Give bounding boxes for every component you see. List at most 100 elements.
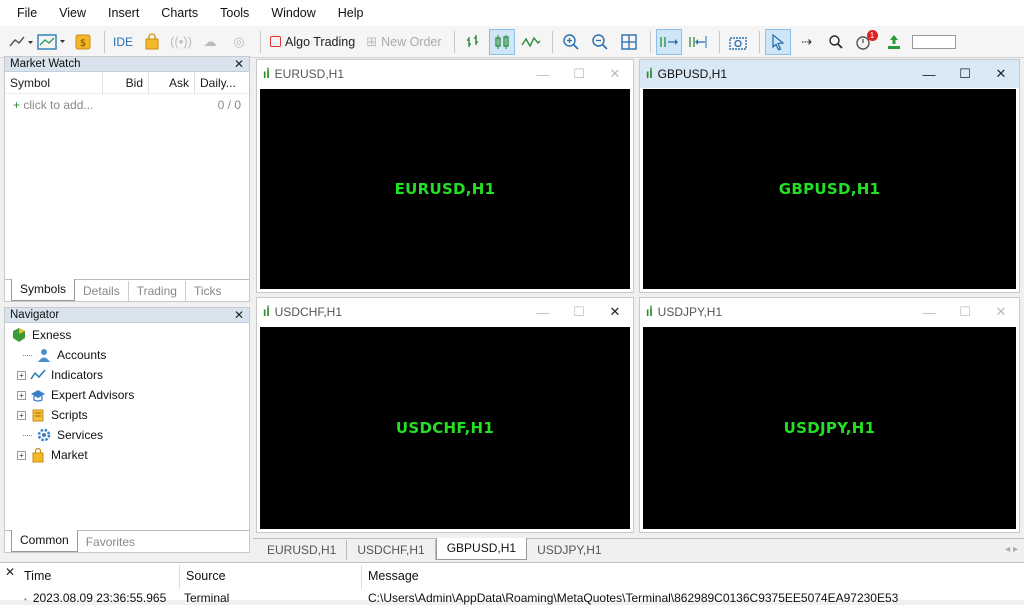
column-symbol[interactable]: Symbol — [5, 71, 103, 94]
chart-tab-eurusd[interactable]: EURUSD,H1 — [257, 540, 348, 560]
nav-item-scripts[interactable]: + Scripts — [11, 405, 249, 425]
bar-chart-icon[interactable] — [460, 29, 486, 55]
nav-item-market[interactable]: + Market — [11, 445, 249, 465]
accounts-icon — [36, 347, 52, 363]
chart-window-eurusd[interactable]: ıİ EURUSD,H1 — ☐ ✕ EURUSD,H1 — [256, 59, 634, 293]
toolbar-separator — [104, 30, 105, 53]
close-icon[interactable]: ✕ — [597, 66, 633, 82]
candlestick-icon[interactable] — [488, 28, 515, 55]
chart-window-usdjpy[interactable]: ıİ USDJPY,H1 — ☐ ✕ USDJPY,H1 — [639, 297, 1020, 533]
tab-ticks[interactable]: Ticks — [186, 281, 230, 301]
close-icon[interactable]: ✕ — [234, 57, 244, 71]
line-chart-icon[interactable] — [518, 29, 544, 55]
add-symbol-row[interactable]: + click to add... 0 / 0 — [5, 94, 249, 116]
close-icon[interactable]: ✕ — [234, 308, 244, 322]
nav-root-exness[interactable]: Exness — [11, 325, 249, 345]
cloud-icon[interactable]: ☁ — [197, 29, 223, 55]
market-watch-header: Market Watch ✕ — [5, 57, 249, 72]
toolbar-separator — [260, 30, 261, 53]
expand-icon[interactable]: + — [17, 390, 26, 400]
menu-window[interactable]: Window — [260, 0, 326, 26]
column-ask[interactable]: Ask — [149, 71, 195, 94]
expand-icon[interactable]: + — [17, 410, 26, 420]
nav-item-accounts[interactable]: Accounts — [11, 345, 249, 365]
expand-icon[interactable]: + — [17, 450, 26, 460]
arrow-right-icon[interactable]: ⇢ — [794, 29, 820, 55]
journal-time: • 2023.08.09 23:36:55.965 — [24, 591, 167, 605]
chart-titlebar: ıİ GBPUSD,H1 — ☐ ✕ — [640, 60, 1019, 88]
profiles-icon[interactable] — [37, 29, 67, 55]
cursor-icon[interactable] — [764, 28, 791, 55]
nav-item-expert-advisors[interactable]: + Expert Advisors — [11, 385, 249, 405]
new-order-button[interactable]: ⊞ New Order — [362, 29, 445, 55]
tab-symbols[interactable]: Symbols — [11, 279, 76, 301]
tab-favorites[interactable]: Favorites — [78, 532, 143, 552]
chart-tab-usdchf[interactable]: USDCHF,H1 — [347, 540, 436, 560]
column-message[interactable]: Message — [368, 569, 419, 583]
chart-canvas[interactable]: USDCHF,H1 — [260, 327, 630, 529]
zoom-out-icon[interactable] — [587, 29, 613, 55]
search-icon[interactable] — [823, 29, 849, 55]
toolbox-panel: ✕ Time Source Message • 2023.08.09 23:36:… — [0, 562, 1024, 605]
nav-item-services[interactable]: Services — [11, 425, 249, 445]
column-source[interactable]: Source — [186, 569, 226, 583]
menu-view[interactable]: View — [48, 0, 97, 26]
tile-windows-icon[interactable] — [616, 29, 642, 55]
toolbar-separator — [453, 30, 455, 53]
tab-trading[interactable]: Trading — [129, 281, 186, 301]
alert-count-badge: 1 — [866, 29, 878, 41]
plus-icon: + — [13, 98, 21, 112]
auto-scroll-icon[interactable] — [655, 28, 682, 55]
chart-window-gbpusd[interactable]: ıİ GBPUSD,H1 — ☐ ✕ GBPUSD,H1 — [639, 59, 1020, 293]
main-toolbar: $ IDE ((•)) ☁ ◎ Algo Trading ⊞ New Order — [0, 26, 1024, 58]
chart-canvas[interactable]: GBPUSD,H1 — [643, 89, 1016, 289]
menu-help[interactable]: Help — [327, 0, 375, 26]
maximize-icon[interactable]: ☐ — [947, 66, 983, 82]
maximize-icon[interactable]: ☐ — [947, 304, 983, 320]
menu-charts[interactable]: Charts — [150, 0, 209, 26]
signal-broadcast-icon[interactable]: ((•)) — [168, 29, 194, 55]
column-time[interactable]: Time — [24, 569, 51, 583]
navigator-title: Navigator — [10, 309, 60, 321]
close-icon[interactable]: ✕ — [983, 304, 1019, 320]
fingerprint-icon[interactable]: ◎ — [226, 29, 252, 55]
minimize-icon[interactable]: — — [525, 67, 561, 82]
minimize-icon[interactable]: — — [911, 67, 947, 82]
maximize-icon[interactable]: ☐ — [561, 304, 597, 320]
signal-strength-icon[interactable] — [881, 29, 907, 55]
shopping-bag-icon[interactable] — [139, 29, 165, 55]
minimize-icon[interactable]: — — [911, 305, 947, 320]
menu-insert[interactable]: Insert — [97, 0, 150, 26]
chart-shift-icon[interactable] — [685, 29, 711, 55]
algo-trading-button[interactable]: Algo Trading — [266, 29, 359, 55]
nav-item-indicators[interactable]: + Indicators — [11, 365, 249, 385]
column-bid[interactable]: Bid — [103, 71, 149, 94]
maximize-icon[interactable]: ☐ — [561, 66, 597, 82]
chart-watermark: GBPUSD,H1 — [778, 180, 881, 198]
close-icon[interactable]: ✕ — [5, 565, 15, 579]
minimize-icon[interactable]: — — [525, 305, 561, 320]
column-daily[interactable]: Daily... — [195, 72, 247, 94]
close-icon[interactable]: ✕ — [597, 304, 633, 320]
menu-file[interactable]: File — [6, 0, 48, 26]
new-chart-icon[interactable] — [8, 29, 34, 55]
market-icon[interactable]: $ — [70, 29, 96, 55]
chart-tab-usdjpy[interactable]: USDJPY,H1 — [527, 540, 611, 560]
chart-window-usdchf[interactable]: ıİ USDCHF,H1 — ☐ ✕ USDCHF,H1 — [256, 297, 634, 533]
tab-scroll-arrows[interactable]: ◂ ▸ — [999, 540, 1024, 560]
expand-icon[interactable]: + — [17, 370, 26, 380]
tab-details[interactable]: Details — [75, 281, 129, 301]
close-icon[interactable]: ✕ — [983, 66, 1019, 82]
chart-canvas[interactable]: EURUSD,H1 — [260, 89, 630, 289]
chart-tab-gbpusd[interactable]: GBPUSD,H1 — [435, 538, 528, 560]
screenshot-icon[interactable] — [725, 29, 751, 55]
chart-icon: ıİ — [263, 67, 270, 81]
ide-button[interactable]: IDE — [110, 29, 136, 55]
chart-canvas[interactable]: USDJPY,H1 — [643, 327, 1016, 529]
zoom-in-icon[interactable] — [558, 29, 584, 55]
menu-tools[interactable]: Tools — [209, 0, 260, 26]
connection-status-bar — [911, 34, 956, 49]
shopping-bag-icon — [30, 447, 46, 463]
tab-common[interactable]: Common — [11, 530, 78, 552]
notifications-icon[interactable]: 1 — [852, 29, 878, 55]
